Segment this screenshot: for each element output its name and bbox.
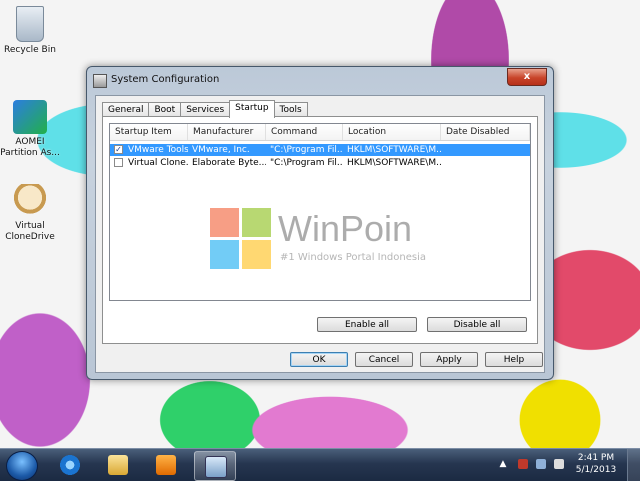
checkmark-icon: ✓	[115, 145, 122, 154]
media-player-icon	[156, 455, 176, 475]
recycle-bin-icon	[16, 6, 44, 42]
desktop-icon-recycle-bin[interactable]: Recycle Bin	[0, 6, 60, 56]
tab-tools[interactable]: Tools	[273, 102, 308, 117]
list-item[interactable]: Virtual Clone... Elaborate Byte... "C:\P…	[110, 157, 530, 169]
cell-location: HKLM\SOFTWARE\M...	[347, 145, 441, 155]
column-header-startup-item[interactable]: Startup Item	[110, 124, 188, 140]
system-configuration-window: System Configuration x General Boot Serv…	[86, 66, 554, 380]
startup-item-checkbox[interactable]	[114, 158, 123, 167]
tray-overflow-icon[interactable]: ▲	[498, 459, 508, 469]
taskbar-file-explorer[interactable]	[98, 451, 138, 479]
cell-item: Virtual Clone...	[128, 158, 188, 168]
network-icon[interactable]	[536, 459, 546, 469]
volume-icon[interactable]	[554, 459, 564, 469]
cell-manufacturer: VMware, Inc.	[192, 145, 250, 155]
cancel-button[interactable]: Cancel	[355, 352, 413, 367]
virtual-clonedrive-icon	[13, 184, 47, 218]
tab-general[interactable]: General	[102, 102, 150, 117]
desktop-icon-label: Recycle Bin	[4, 45, 56, 55]
action-center-icon[interactable]	[518, 459, 528, 469]
column-header-location[interactable]: Location	[343, 124, 441, 140]
tab-boot[interactable]: Boot	[148, 102, 182, 117]
startup-items-list[interactable]: Startup Item Manufacturer Command Locati…	[109, 123, 531, 301]
taskbar-system-configuration[interactable]	[194, 451, 236, 481]
list-item[interactable]: ✓ VMware Tools VMware, Inc. "C:\Program …	[110, 144, 530, 156]
tab-services[interactable]: Services	[180, 102, 231, 117]
dialog-client-area: General Boot Services Startup Tools Star…	[95, 95, 545, 373]
cell-location: HKLM\SOFTWARE\M...	[347, 158, 441, 168]
taskbar-internet-explorer[interactable]	[50, 451, 90, 479]
clock-time: 2:41 PM	[577, 453, 615, 463]
desktop-icon-aomei[interactable]: AOMEI Partition As...	[0, 100, 60, 159]
internet-explorer-icon	[60, 455, 80, 475]
aomei-partition-icon	[13, 100, 47, 134]
msconfig-window-icon	[93, 74, 107, 88]
window-title: System Configuration	[111, 74, 220, 85]
desktop-icon-label: AOMEI Partition As...	[0, 137, 60, 158]
show-desktop-button[interactable]	[627, 449, 640, 481]
startup-panel: Startup Item Manufacturer Command Locati…	[102, 116, 538, 344]
cell-item: VMware Tools	[128, 145, 188, 155]
disable-all-button[interactable]: Disable all	[427, 317, 527, 332]
start-button[interactable]	[6, 451, 38, 481]
tab-startup[interactable]: Startup	[229, 100, 275, 118]
desktop-icon-label: Virtual CloneDrive	[5, 221, 55, 242]
list-header: Startup Item Manufacturer Command Locati…	[110, 124, 530, 141]
column-header-manufacturer[interactable]: Manufacturer	[188, 124, 266, 140]
desktop-icon-virtual-clonedrive[interactable]: Virtual CloneDrive	[0, 184, 60, 243]
help-button[interactable]: Help	[485, 352, 543, 367]
file-explorer-icon	[108, 455, 128, 475]
cell-command: "C:\Program Fil...	[270, 145, 343, 155]
enable-all-button[interactable]: Enable all	[317, 317, 417, 332]
taskbar-media-player[interactable]	[146, 451, 186, 479]
taskbar: ▲ 2:41 PM 5/1/2013	[0, 448, 640, 481]
system-clock[interactable]: 2:41 PM 5/1/2013	[572, 452, 620, 476]
column-header-command[interactable]: Command	[266, 124, 343, 140]
clock-date: 5/1/2013	[575, 465, 617, 475]
startup-item-checkbox[interactable]: ✓	[114, 145, 123, 154]
tab-strip: General Boot Services Startup Tools	[102, 100, 308, 118]
column-header-date-disabled[interactable]: Date Disabled	[441, 124, 530, 140]
cell-command: "C:\Program Fil...	[270, 158, 343, 168]
close-button[interactable]: x	[507, 68, 547, 86]
cell-manufacturer: Elaborate Byte...	[192, 158, 266, 168]
apply-button[interactable]: Apply	[420, 352, 478, 367]
ok-button[interactable]: OK	[290, 352, 348, 367]
msconfig-icon	[205, 456, 227, 478]
title-bar[interactable]: System Configuration x	[87, 67, 553, 93]
close-icon: x	[523, 71, 531, 82]
